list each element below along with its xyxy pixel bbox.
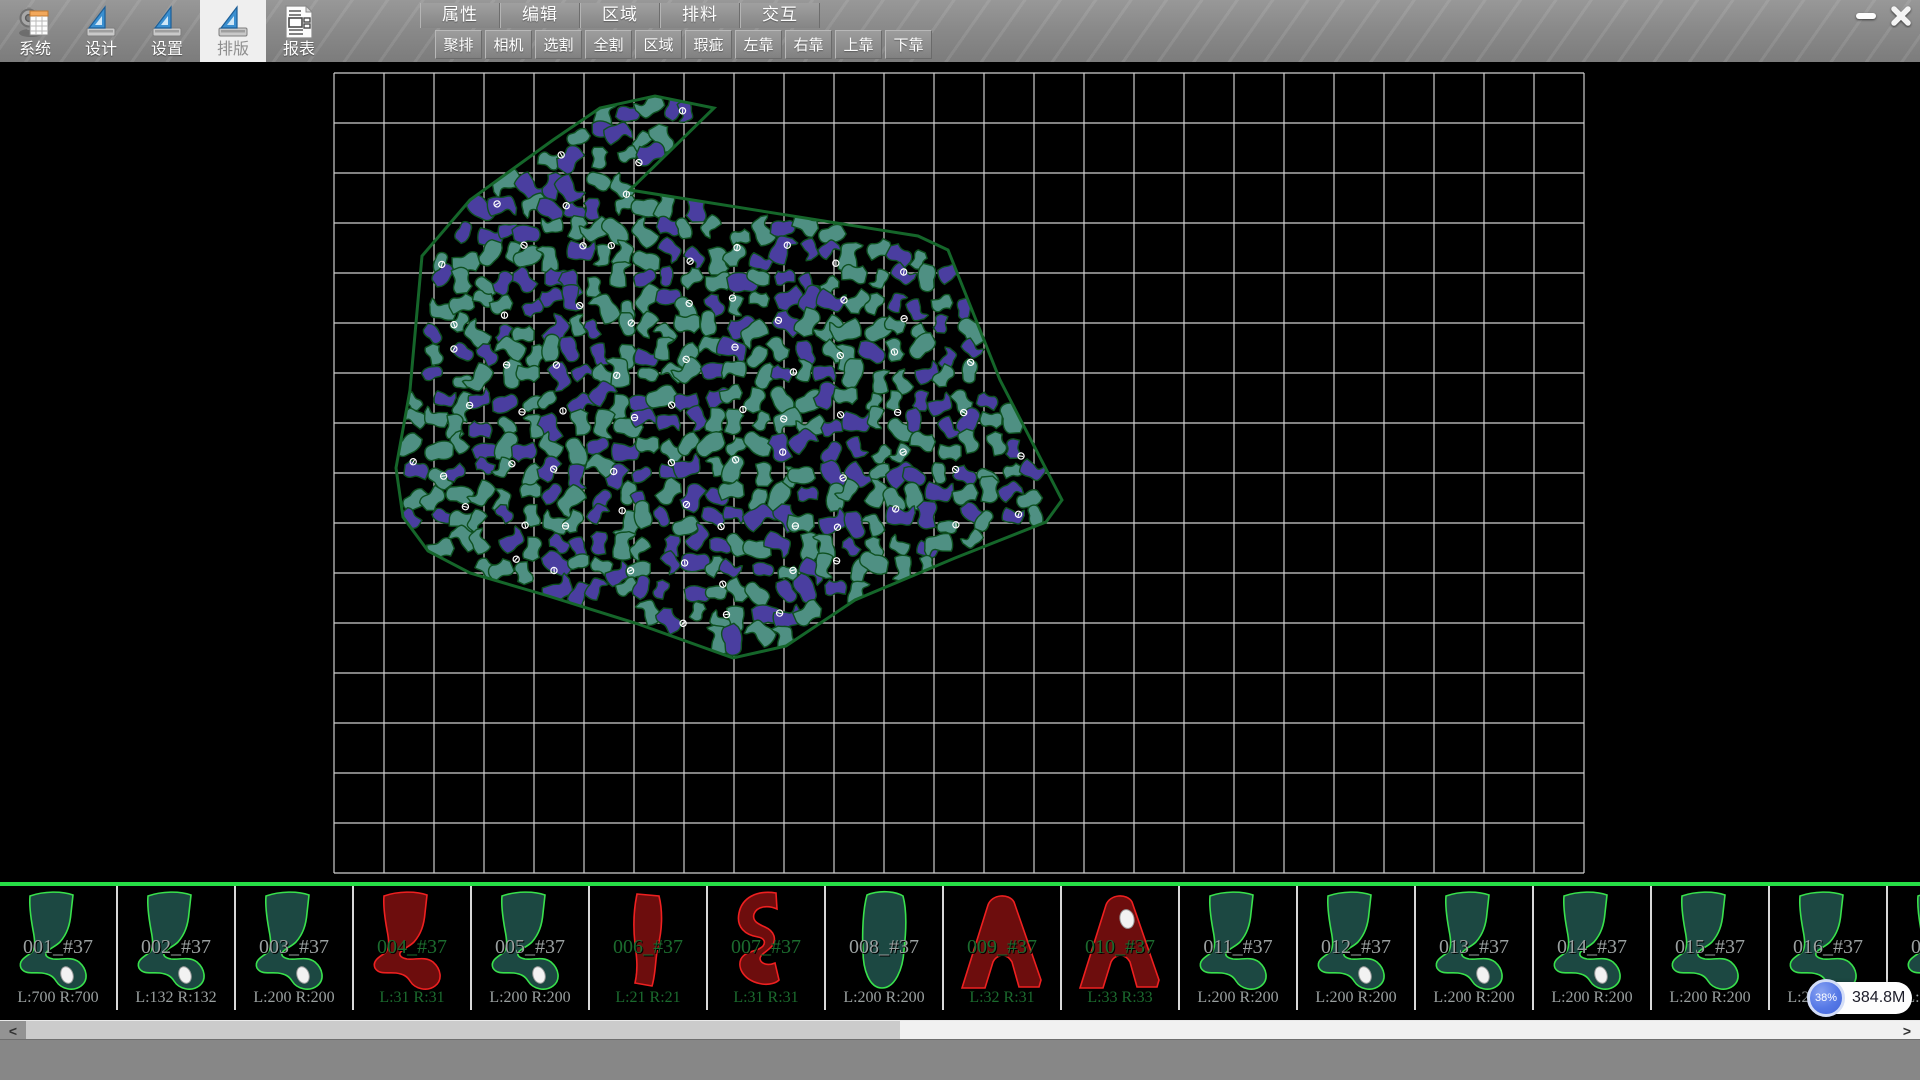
close-button[interactable] [1884,3,1918,28]
thumbnail-cell[interactable]: 011_#37L:200 R:200 [1180,886,1298,1010]
application-window: 系统设计设置排版报表 属性编辑区域排料交互 聚排相机选割全割区域瑕疵左靠右靠上靠… [0,0,1920,1080]
menu-tab-nesting[interactable]: 排料 [660,3,740,28]
piece-thumbnail-shape [1190,889,1286,995]
launcher-item-system[interactable]: 系统 [2,0,68,62]
menu-tab-row: 属性编辑区域排料交互 [420,3,820,28]
launcher-item-report[interactable]: 报表 [266,0,332,62]
thumbnail-cell[interactable]: 002_#37L:132 R:132 [118,886,236,1010]
nesting-canvas[interactable] [0,62,1920,882]
minimize-button[interactable] [1849,3,1883,28]
minimize-icon [1856,13,1876,19]
launcher-label: 设计 [85,41,117,59]
menu-tab-interact[interactable]: 交互 [740,3,820,28]
scroll-left-icon: < [9,1023,17,1039]
thumbnail-cell[interactable]: 008_#37L:200 R:200 [826,886,944,1010]
piece-thumbnail-shape [1072,889,1168,995]
thumbnail-cell[interactable]: 009_#37L:32 R:31 [944,886,1062,1010]
thumbnail-cell[interactable]: 014_#37L:200 R:200 [1534,886,1652,1010]
report-icon [281,3,317,41]
piece-thumbnail-shape [10,889,106,995]
menu-tab-property[interactable]: 属性 [420,3,500,28]
set-square-icon [82,3,120,41]
tool-button-select-cut[interactable]: 选割 [535,30,582,59]
piece-thumbnail-shape [364,889,460,995]
thumbnail-cell[interactable]: 001_#37L:700 R:700 [0,886,118,1010]
scrollbar-thumb[interactable] [900,1021,1894,1040]
set-square-icon [148,3,186,41]
piece-thumbnail-shape [954,889,1050,995]
launcher-item-design[interactable]: 设计 [68,0,134,62]
menu-tab-region[interactable]: 区域 [580,3,660,28]
tool-button-defect[interactable]: 瑕疵 [685,30,732,59]
thumbnail-cell[interactable]: 004_#37L:31 R:31 [354,886,472,1010]
tool-button-cluster-nest[interactable]: 聚排 [435,30,482,59]
thumbnail-cell[interactable]: 010_#37L:33 R:33 [1062,886,1180,1010]
gear-doc-icon [16,3,54,41]
tool-button-cut-all[interactable]: 全割 [585,30,632,59]
piece-thumbnail-shape [1426,889,1522,995]
piece-thumbnail-shape [246,889,342,995]
launcher-label: 设置 [151,41,183,59]
close-icon [1889,4,1913,28]
thumbnail-cell[interactable]: 013_#37L:200 R:200 [1416,886,1534,1010]
piece-thumbnail-shape [482,889,578,995]
memory-percent: 38% [1815,992,1837,1004]
tool-button-snap-left[interactable]: 左靠 [735,30,782,59]
piece-thumbnail-shape [836,889,932,995]
thumbnail-cell[interactable]: 003_#37L:200 R:200 [236,886,354,1010]
launcher-item-settings[interactable]: 设置 [134,0,200,62]
memory-size-label: 384.8M [1852,982,1905,1014]
menu-tab-edit[interactable]: 编辑 [500,3,580,28]
piece-thumbnail-shape [1544,889,1640,995]
piece-thumbnail-shape [718,889,814,995]
scroll-right-button[interactable]: > [1894,1021,1920,1040]
thumbnail-cell[interactable]: 015_#37L:200 R:200 [1652,886,1770,1010]
scroll-right-icon: > [1903,1023,1911,1039]
memory-badge: 38% 384.8M [1808,982,1912,1014]
scroll-left-button[interactable]: < [0,1021,26,1040]
tool-button-region[interactable]: 区域 [635,30,682,59]
thumbnail-cell[interactable]: 006_#37L:21 R:21 [590,886,708,1010]
tool-button-snap-up[interactable]: 上靠 [835,30,882,59]
tool-button-camera[interactable]: 相机 [485,30,532,59]
piece-thumbnail-shape [1662,889,1758,995]
thumbnail-strip: 001_#37L:700 R:700002_#37L:132 R:132003_… [0,882,1920,1012]
tool-button-row: 聚排相机选割全割区域瑕疵左靠右靠上靠下靠 [435,30,935,59]
set-square-icon [214,3,252,41]
tool-button-snap-down[interactable]: 下靠 [885,30,932,59]
piece-thumbnail-shape [600,889,696,995]
launcher-label: 报表 [283,41,315,59]
thumbnail-cell[interactable]: 012_#37L:200 R:200 [1298,886,1416,1010]
horizontal-scrollbar[interactable]: < > [0,1020,1920,1039]
launcher-label: 排版 [217,41,249,59]
title-toolbar: 系统设计设置排版报表 属性编辑区域排料交互 聚排相机选割全割区域瑕疵左靠右靠上靠… [0,0,1920,62]
piece-thumbnail-shape [1308,889,1404,995]
tool-button-snap-right[interactable]: 右靠 [785,30,832,59]
thumbnail-cell[interactable]: 007_#37L:31 R:31 [708,886,826,1010]
thumbnail-cell[interactable]: 005_#37L:200 R:200 [472,886,590,1010]
nesting-drawing [0,62,1920,882]
launcher-label: 系统 [19,41,51,59]
status-bar [0,1039,1920,1080]
memory-percent-indicator: 38% [1807,979,1845,1017]
launcher-item-layout[interactable]: 排版 [200,0,266,62]
launcher-bar: 系统 设计 设置 排版 报表 [2,0,332,62]
piece-thumbnail-shape [128,889,224,995]
piece-thumbnail-shape [1898,889,1920,995]
